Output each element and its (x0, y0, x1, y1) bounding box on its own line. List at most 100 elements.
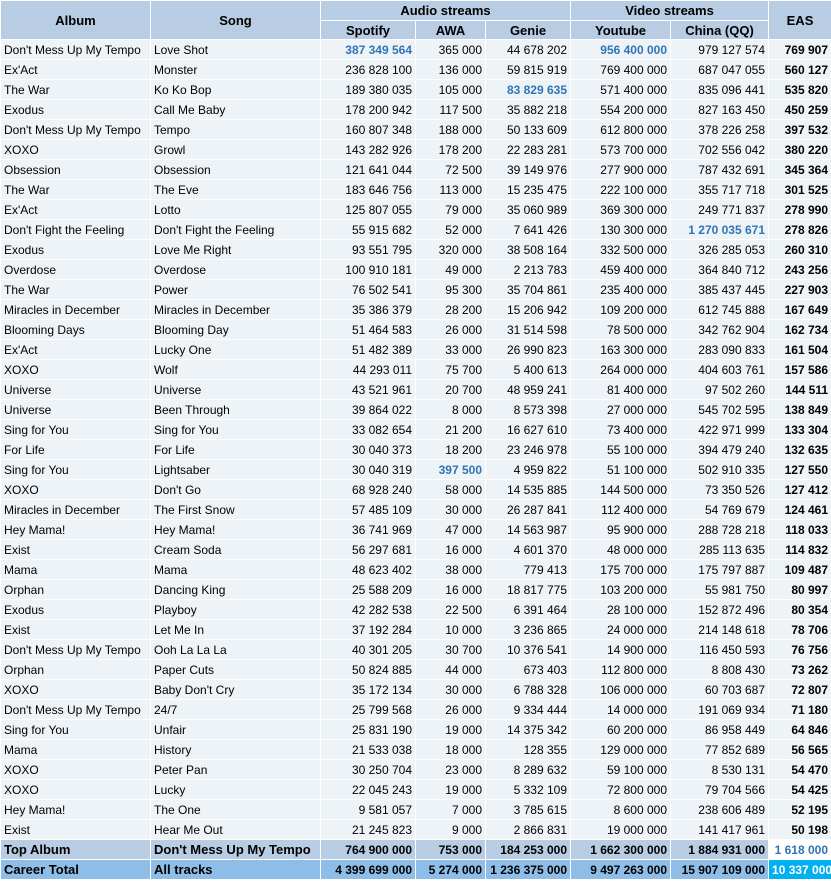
table-row: Orphan Paper Cuts 50 824 885 44 000 673 403 1… (0, 659, 831, 680)
youtube-cell: 277 900 000 (570, 159, 671, 180)
china-qq-cell: 1 270 035 671 (669, 219, 770, 240)
china-qq-column-header[interactable]: China (QQ) (669, 20, 770, 40)
album-cell: Don't Mess Up My Tempo (0, 39, 151, 60)
song-cell: Overdose (150, 259, 321, 280)
genie-cell: 35 060 989 (485, 199, 571, 220)
genie-cell: 39 149 976 (485, 159, 571, 180)
genie-cell: 23 246 978 (485, 439, 571, 460)
album-cell: The War (0, 79, 151, 100)
top-album-label: Top Album (0, 839, 151, 860)
china-qq-cell: 55 981 750 (669, 579, 770, 600)
china-qq-cell: 152 872 496 (669, 599, 770, 620)
album-cell: Exodus (0, 99, 151, 120)
youtube-cell: 27 000 000 (570, 399, 671, 420)
album-column-header[interactable]: Album (0, 0, 151, 40)
youtube-cell: 109 200 000 (570, 299, 671, 320)
spotify-cell: 30 040 373 (320, 439, 416, 460)
spotify-column-header[interactable]: Spotify (320, 20, 416, 40)
table-row: Miracles in December The First Snow 57 485… (0, 499, 831, 520)
awa-column-header[interactable]: AWA (415, 20, 486, 40)
table-row: Mama History 21 533 038 18 000 128 355 129 00… (0, 739, 831, 760)
eas-cell: 73 262 (768, 659, 831, 680)
genie-cell: 128 355 (485, 739, 571, 760)
genie-cell: 26 287 841 (485, 499, 571, 520)
youtube-cell: 103 200 000 (570, 579, 671, 600)
album-cell: Sing for You (0, 419, 151, 440)
youtube-cell: 264 000 000 (570, 359, 671, 380)
china-qq-cell: 175 797 887 (669, 559, 770, 580)
genie-cell: 8 573 398 (485, 399, 571, 420)
youtube-cell: 956 400 000 (570, 39, 671, 60)
song-cell: Lotto (150, 199, 321, 220)
spotify-cell: 35 172 134 (320, 679, 416, 700)
eas-cell: 138 849 (768, 399, 831, 420)
eas-cell: 80 354 (768, 599, 831, 620)
genie-cell: 2 866 831 (485, 819, 571, 840)
china-qq-cell: 60 703 687 (669, 679, 770, 700)
genie-cell: 5 332 109 (485, 779, 571, 800)
table-row: The War Ko Ko Bop 189 380 035 105 000 83 829… (0, 79, 831, 100)
top-album-row: Top Album Don't Mess Up My Tempo 764 900… (0, 839, 831, 860)
eas-cell: 132 635 (768, 439, 831, 460)
awa-cell: 26 000 (415, 319, 486, 340)
album-cell: Exodus (0, 239, 151, 260)
awa-cell: 47 000 (415, 519, 486, 540)
spotify-cell: 36 741 969 (320, 519, 416, 540)
table-footer: Top Album Don't Mess Up My Tempo 764 900… (0, 839, 831, 880)
eas-cell: 54 425 (768, 779, 831, 800)
song-cell: Unfair (150, 719, 321, 740)
awa-cell: 38 000 (415, 559, 486, 580)
eas-column-header[interactable]: EAS (768, 0, 831, 40)
china-qq-cell: 116 450 593 (669, 639, 770, 660)
genie-cell: 26 990 823 (485, 339, 571, 360)
song-column-header[interactable]: Song (150, 0, 321, 40)
genie-cell: 8 289 632 (485, 759, 571, 780)
spotify-cell: 44 293 011 (320, 359, 416, 380)
awa-cell: 21 200 (415, 419, 486, 440)
spotify-cell: 21 533 038 (320, 739, 416, 760)
song-cell: Ooh La La La (150, 639, 321, 660)
eas-cell: 450 259 (768, 99, 831, 120)
album-cell: Exist (0, 539, 151, 560)
youtube-cell: 55 100 000 (570, 439, 671, 460)
awa-cell: 397 500 (415, 459, 486, 480)
spotify-cell: 93 551 795 (320, 239, 416, 260)
table-row: Ex'Act Monster 236 828 100 136 000 59 815 91… (0, 59, 831, 80)
video-streams-group-header: Video streams (569, 0, 770, 21)
song-cell: Monster (150, 59, 321, 80)
youtube-cell: 332 500 000 (570, 239, 671, 260)
spotify-cell: 42 282 538 (320, 599, 416, 620)
youtube-cell: 8 600 000 (570, 799, 671, 820)
career-total-song: All tracks (150, 859, 321, 880)
china-qq-cell: 191 069 934 (669, 699, 770, 720)
song-cell: History (150, 739, 321, 760)
spotify-cell: 56 297 681 (320, 539, 416, 560)
youtube-cell: 175 700 000 (570, 559, 671, 580)
eas-cell: 243 256 (768, 259, 831, 280)
youtube-cell: 235 400 000 (570, 279, 671, 300)
album-cell: The War (0, 279, 151, 300)
table-row: Hey Mama! Hey Mama! 36 741 969 47 000 14 563… (0, 519, 831, 540)
eas-cell: 78 706 (768, 619, 831, 640)
china-qq-cell: 283 090 833 (669, 339, 770, 360)
china-qq-cell: 288 728 218 (669, 519, 770, 540)
awa-cell: 30 700 (415, 639, 486, 660)
album-cell: Mama (0, 739, 151, 760)
awa-cell: 20 700 (415, 379, 486, 400)
awa-cell: 26 000 (415, 699, 486, 720)
table-row: Ex'Act Lotto 125 807 055 79 000 35 060 989 36… (0, 199, 831, 220)
album-cell: Ex'Act (0, 59, 151, 80)
genie-cell: 4 959 822 (485, 459, 571, 480)
table-row: Exodus Call Me Baby 178 200 942 117 500 35 8… (0, 99, 831, 120)
genie-cell: 3 785 615 (485, 799, 571, 820)
album-cell: Overdose (0, 259, 151, 280)
genie-column-header[interactable]: Genie (485, 20, 571, 40)
china-qq-cell: 326 285 053 (669, 239, 770, 260)
youtube-column-header[interactable]: Youtube (570, 20, 671, 40)
song-cell: Hey Mama! (150, 519, 321, 540)
album-cell: XOXO (0, 359, 151, 380)
awa-cell: 49 000 (415, 259, 486, 280)
genie-cell: 35 704 861 (485, 279, 571, 300)
spotify-cell: 21 245 823 (320, 819, 416, 840)
table-row: XOXO Baby Don't Cry 35 172 134 30 000 6 788 … (0, 679, 831, 700)
